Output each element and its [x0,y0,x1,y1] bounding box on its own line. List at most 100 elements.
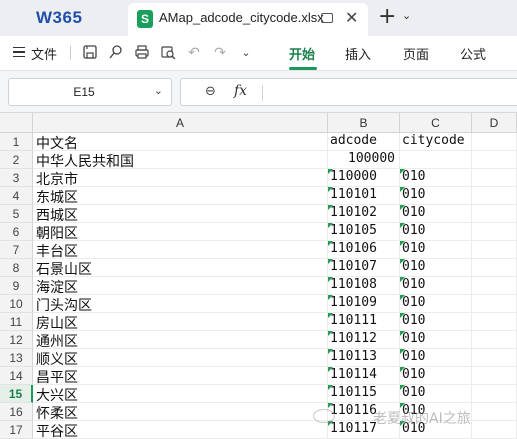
cell-citycode[interactable]: 010 [400,331,472,349]
tab-formula[interactable]: 公式 [460,44,486,63]
cell-name[interactable]: 通州区 [33,331,328,349]
cell-adcode[interactable]: 110113 [328,349,400,367]
save-icon[interactable] [81,44,99,62]
cell-name[interactable]: 西城区 [33,205,328,223]
cell-citycode[interactable]: 010 [400,223,472,241]
tab-insert[interactable]: 插入 [345,44,371,63]
cell-empty[interactable] [472,331,517,349]
cell-name[interactable]: 门头沟区 [33,295,328,313]
cell-name[interactable]: 中文名 [33,133,328,151]
cell-citycode[interactable] [400,151,472,169]
menu-icon[interactable] [13,47,25,57]
cell-adcode[interactable]: adcode [328,133,400,151]
cell-adcode[interactable]: 110105 [328,223,400,241]
fx-icon[interactable]: fx [234,83,247,99]
cell-empty[interactable] [472,385,517,403]
cell-empty[interactable] [472,169,517,187]
cell-name[interactable]: 平谷区 [33,421,328,439]
tab-page[interactable]: 页面 [403,44,429,63]
app-logo[interactable]: W365 [36,8,82,28]
cell-citycode[interactable]: 010 [400,205,472,223]
row-header[interactable]: 2 [0,151,33,169]
formula-input[interactable]: ⊖ fx [180,78,517,106]
cell-empty[interactable] [472,349,517,367]
cell-name[interactable]: 朝阳区 [33,223,328,241]
row-header[interactable]: 13 [0,349,33,367]
cell-citycode[interactable]: 010 [400,385,472,403]
window-icon[interactable] [321,13,333,23]
row-header[interactable]: 1 [0,133,33,151]
cell-adcode[interactable]: 110115 [328,385,400,403]
cell-adcode[interactable]: 110106 [328,241,400,259]
cell-empty[interactable] [472,187,517,205]
redo-icon[interactable]: ↷ [211,44,229,62]
name-box[interactable]: E15 ⌄ [8,78,172,106]
row-header[interactable]: 3 [0,169,33,187]
cell-name[interactable]: 东城区 [33,187,328,205]
cell-adcode[interactable]: 110102 [328,205,400,223]
more-icon[interactable]: ⌄ [237,44,255,62]
cell-adcode[interactable]: 110112 [328,331,400,349]
row-header[interactable]: 17 [0,421,33,439]
zoom-out-icon[interactable]: ⊖ [205,84,216,99]
chevron-down-icon[interactable]: ⌄ [402,9,411,22]
cell-citycode[interactable]: 010 [400,259,472,277]
row-header[interactable]: 4 [0,187,33,205]
cell-adcode[interactable]: 110101 [328,187,400,205]
print-preview-icon[interactable] [159,44,177,62]
cell-adcode[interactable]: 110107 [328,259,400,277]
cell-name[interactable]: 北京市 [33,169,328,187]
column-header-b[interactable]: B [328,113,400,133]
cell-name[interactable]: 石景山区 [33,259,328,277]
row-header[interactable]: 12 [0,331,33,349]
column-header-a[interactable]: A [33,113,328,133]
cell-empty[interactable] [472,151,517,169]
row-header[interactable]: 14 [0,367,33,385]
file-menu[interactable]: 文件 [31,44,57,63]
cell-citycode[interactable]: 010 [400,313,472,331]
cell-citycode[interactable]: 010 [400,367,472,385]
cell-name[interactable]: 顺义区 [33,349,328,367]
tab-start[interactable]: 开始 [289,44,315,63]
cell-adcode[interactable]: 110109 [328,295,400,313]
column-header-d[interactable]: D [472,113,517,133]
cell-adcode[interactable]: 110114 [328,367,400,385]
row-header[interactable]: 11 [0,313,33,331]
chevron-down-icon[interactable]: ⌄ [154,84,163,97]
cell-empty[interactable] [472,259,517,277]
cell-citycode[interactable]: 010 [400,277,472,295]
cell-adcode[interactable]: 110108 [328,277,400,295]
cell-name[interactable]: 怀柔区 [33,403,328,421]
print-icon[interactable] [133,44,151,62]
document-tab[interactable]: S AMap_adcode_citycode.xlsx ✕ [128,3,368,36]
cell-empty[interactable] [472,223,517,241]
cell-adcode[interactable]: 110111 [328,313,400,331]
row-header[interactable]: 6 [0,223,33,241]
cell-name[interactable]: 大兴区 [33,385,328,403]
cell-name[interactable]: 中华人民共和国 [33,151,328,169]
row-header[interactable]: 8 [0,259,33,277]
cell-name[interactable]: 海淀区 [33,277,328,295]
column-header-c[interactable]: C [400,113,472,133]
row-header[interactable]: 10 [0,295,33,313]
cell-empty[interactable] [472,277,517,295]
row-header[interactable]: 7 [0,241,33,259]
undo-icon[interactable]: ↶ [185,44,203,62]
new-tab-button[interactable]: + [378,4,396,29]
spreadsheet-grid[interactable]: A B C D 1 中文名 adcode citycode 2 中华人民共和国 100000… [0,112,517,439]
cell-name[interactable]: 昌平区 [33,367,328,385]
cell-name[interactable]: 房山区 [33,313,328,331]
row-header[interactable]: 16 [0,403,33,421]
close-tab-icon[interactable]: ✕ [345,8,358,27]
cell-adcode[interactable]: 110000 [328,169,400,187]
cell-name[interactable]: 丰台区 [33,241,328,259]
row-header[interactable]: 5 [0,205,33,223]
cell-empty[interactable] [472,241,517,259]
row-header[interactable]: 15 [0,385,33,403]
cell-citycode[interactable]: 010 [400,349,472,367]
cell-empty[interactable] [472,133,517,151]
select-all-corner[interactable] [0,113,33,133]
cell-citycode[interactable]: 010 [400,187,472,205]
cell-empty[interactable] [472,205,517,223]
cell-empty[interactable] [472,313,517,331]
